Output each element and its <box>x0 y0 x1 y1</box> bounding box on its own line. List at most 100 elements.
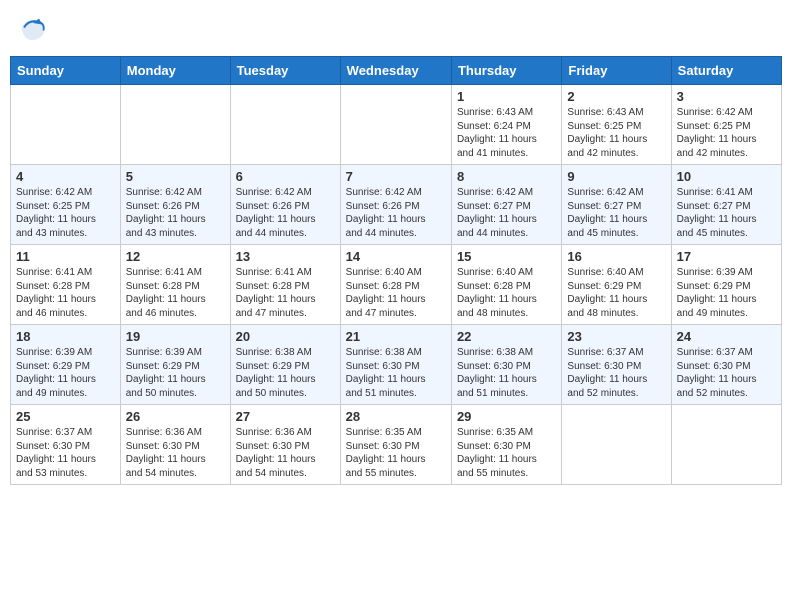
calendar-cell <box>230 85 340 165</box>
calendar-cell: 9 Sunrise: 6:42 AM Sunset: 6:27 PM Daylig… <box>562 165 671 245</box>
calendar-cell: 22 Sunrise: 6:38 AM Sunset: 6:30 PM Dayli… <box>451 325 561 405</box>
day-info: Sunrise: 6:36 AM Sunset: 6:30 PM Dayligh… <box>236 426 335 480</box>
day-info: Sunrise: 6:38 AM Sunset: 6:30 PM Dayligh… <box>457 346 556 400</box>
calendar-cell: 24 Sunrise: 6:37 AM Sunset: 6:30 PM Dayli… <box>671 325 781 405</box>
calendar-cell: 3 Sunrise: 6:42 AM Sunset: 6:25 PM Daylig… <box>671 85 781 165</box>
calendar-cell: 6 Sunrise: 6:42 AM Sunset: 6:26 PM Daylig… <box>230 165 340 245</box>
calendar-cell <box>120 85 230 165</box>
day-number: 22 <box>457 329 556 344</box>
weekday-header-friday: Friday <box>562 57 671 85</box>
calendar-cell: 19 Sunrise: 6:39 AM Sunset: 6:29 PM Dayli… <box>120 325 230 405</box>
day-info: Sunrise: 6:42 AM Sunset: 6:27 PM Dayligh… <box>457 186 556 240</box>
calendar-cell: 27 Sunrise: 6:36 AM Sunset: 6:30 PM Dayli… <box>230 405 340 485</box>
day-info: Sunrise: 6:35 AM Sunset: 6:30 PM Dayligh… <box>346 426 446 480</box>
calendar-cell <box>11 85 121 165</box>
day-number: 16 <box>567 249 665 264</box>
logo-icon <box>18 14 48 44</box>
day-number: 13 <box>236 249 335 264</box>
day-number: 1 <box>457 89 556 104</box>
calendar-cell: 26 Sunrise: 6:36 AM Sunset: 6:30 PM Dayli… <box>120 405 230 485</box>
day-info: Sunrise: 6:37 AM Sunset: 6:30 PM Dayligh… <box>567 346 665 400</box>
calendar-week-3: 11 Sunrise: 6:41 AM Sunset: 6:28 PM Dayli… <box>11 245 782 325</box>
day-info: Sunrise: 6:41 AM Sunset: 6:28 PM Dayligh… <box>126 266 225 320</box>
day-number: 23 <box>567 329 665 344</box>
day-number: 10 <box>677 169 776 184</box>
day-number: 14 <box>346 249 446 264</box>
calendar-cell: 29 Sunrise: 6:35 AM Sunset: 6:30 PM Dayli… <box>451 405 561 485</box>
day-number: 20 <box>236 329 335 344</box>
day-number: 25 <box>16 409 115 424</box>
day-info: Sunrise: 6:36 AM Sunset: 6:30 PM Dayligh… <box>126 426 225 480</box>
day-number: 9 <box>567 169 665 184</box>
calendar-cell: 28 Sunrise: 6:35 AM Sunset: 6:30 PM Dayli… <box>340 405 451 485</box>
day-number: 19 <box>126 329 225 344</box>
day-info: Sunrise: 6:39 AM Sunset: 6:29 PM Dayligh… <box>126 346 225 400</box>
day-number: 5 <box>126 169 225 184</box>
calendar-cell: 8 Sunrise: 6:42 AM Sunset: 6:27 PM Daylig… <box>451 165 561 245</box>
calendar-cell: 23 Sunrise: 6:37 AM Sunset: 6:30 PM Dayli… <box>562 325 671 405</box>
calendar-week-1: 1 Sunrise: 6:43 AM Sunset: 6:24 PM Daylig… <box>11 85 782 165</box>
day-number: 15 <box>457 249 556 264</box>
calendar-cell <box>671 405 781 485</box>
day-info: Sunrise: 6:38 AM Sunset: 6:30 PM Dayligh… <box>346 346 446 400</box>
day-number: 3 <box>677 89 776 104</box>
day-number: 29 <box>457 409 556 424</box>
calendar-cell: 5 Sunrise: 6:42 AM Sunset: 6:26 PM Daylig… <box>120 165 230 245</box>
calendar-cell: 4Sunrise: 6:42 AM Sunset: 6:25 PM Daylig… <box>11 165 121 245</box>
day-number: 24 <box>677 329 776 344</box>
calendar-week-2: 4Sunrise: 6:42 AM Sunset: 6:25 PM Daylig… <box>11 165 782 245</box>
calendar-cell: 13 Sunrise: 6:41 AM Sunset: 6:28 PM Dayli… <box>230 245 340 325</box>
day-info: Sunrise: 6:39 AM Sunset: 6:29 PM Dayligh… <box>677 266 776 320</box>
weekday-header-row: SundayMondayTuesdayWednesdayThursdayFrid… <box>11 57 782 85</box>
day-number: 6 <box>236 169 335 184</box>
day-info: Sunrise: 6:42 AM Sunset: 6:27 PM Dayligh… <box>567 186 665 240</box>
day-info: Sunrise: 6:42 AM Sunset: 6:25 PM Dayligh… <box>16 186 115 240</box>
day-info: Sunrise: 6:42 AM Sunset: 6:25 PM Dayligh… <box>677 106 776 160</box>
calendar-cell: 16Sunrise: 6:40 AM Sunset: 6:29 PM Dayli… <box>562 245 671 325</box>
day-info: Sunrise: 6:35 AM Sunset: 6:30 PM Dayligh… <box>457 426 556 480</box>
day-info: Sunrise: 6:38 AM Sunset: 6:29 PM Dayligh… <box>236 346 335 400</box>
weekday-header-thursday: Thursday <box>451 57 561 85</box>
weekday-header-tuesday: Tuesday <box>230 57 340 85</box>
day-info: Sunrise: 6:42 AM Sunset: 6:26 PM Dayligh… <box>346 186 446 240</box>
day-number: 12 <box>126 249 225 264</box>
calendar-cell: 7Sunrise: 6:42 AM Sunset: 6:26 PM Daylig… <box>340 165 451 245</box>
calendar-week-4: 18 Sunrise: 6:39 AM Sunset: 6:29 PM Dayli… <box>11 325 782 405</box>
calendar-cell <box>562 405 671 485</box>
day-number: 27 <box>236 409 335 424</box>
day-number: 8 <box>457 169 556 184</box>
day-info: Sunrise: 6:42 AM Sunset: 6:26 PM Dayligh… <box>236 186 335 240</box>
day-number: 11 <box>16 249 115 264</box>
calendar-cell: 21Sunrise: 6:38 AM Sunset: 6:30 PM Dayli… <box>340 325 451 405</box>
calendar-cell: 11Sunrise: 6:41 AM Sunset: 6:28 PM Dayli… <box>11 245 121 325</box>
calendar-cell: 1 Sunrise: 6:43 AM Sunset: 6:24 PM Daylig… <box>451 85 561 165</box>
day-info: Sunrise: 6:43 AM Sunset: 6:24 PM Dayligh… <box>457 106 556 160</box>
day-info: Sunrise: 6:37 AM Sunset: 6:30 PM Dayligh… <box>16 426 115 480</box>
logo <box>18 14 52 44</box>
day-info: Sunrise: 6:37 AM Sunset: 6:30 PM Dayligh… <box>677 346 776 400</box>
page-header <box>10 10 782 48</box>
day-number: 18 <box>16 329 115 344</box>
day-number: 26 <box>126 409 225 424</box>
calendar-cell: 17Sunrise: 6:39 AM Sunset: 6:29 PM Dayli… <box>671 245 781 325</box>
calendar-cell: 25 Sunrise: 6:37 AM Sunset: 6:30 PM Dayli… <box>11 405 121 485</box>
calendar-cell: 14 Sunrise: 6:40 AM Sunset: 6:28 PM Dayli… <box>340 245 451 325</box>
calendar-cell: 18Sunrise: 6:39 AM Sunset: 6:29 PM Dayli… <box>11 325 121 405</box>
day-info: Sunrise: 6:41 AM Sunset: 6:28 PM Dayligh… <box>236 266 335 320</box>
day-number: 28 <box>346 409 446 424</box>
day-info: Sunrise: 6:43 AM Sunset: 6:25 PM Dayligh… <box>567 106 665 160</box>
calendar-cell <box>340 85 451 165</box>
weekday-header-sunday: Sunday <box>11 57 121 85</box>
day-info: Sunrise: 6:41 AM Sunset: 6:27 PM Dayligh… <box>677 186 776 240</box>
day-info: Sunrise: 6:40 AM Sunset: 6:28 PM Dayligh… <box>346 266 446 320</box>
day-info: Sunrise: 6:40 AM Sunset: 6:28 PM Dayligh… <box>457 266 556 320</box>
day-number: 2 <box>567 89 665 104</box>
weekday-header-wednesday: Wednesday <box>340 57 451 85</box>
calendar-cell: 12 Sunrise: 6:41 AM Sunset: 6:28 PM Dayli… <box>120 245 230 325</box>
weekday-header-saturday: Saturday <box>671 57 781 85</box>
calendar-table: SundayMondayTuesdayWednesdayThursdayFrid… <box>10 56 782 485</box>
calendar-cell: 10 Sunrise: 6:41 AM Sunset: 6:27 PM Dayli… <box>671 165 781 245</box>
day-info: Sunrise: 6:42 AM Sunset: 6:26 PM Dayligh… <box>126 186 225 240</box>
calendar-cell: 20 Sunrise: 6:38 AM Sunset: 6:29 PM Dayli… <box>230 325 340 405</box>
weekday-header-monday: Monday <box>120 57 230 85</box>
